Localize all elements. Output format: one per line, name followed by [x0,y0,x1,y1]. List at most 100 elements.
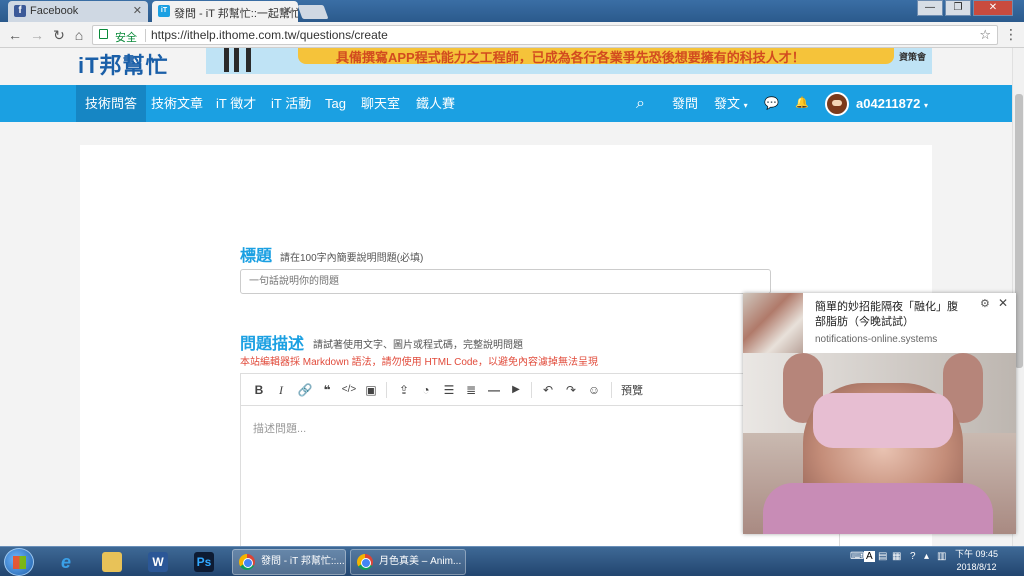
address-bar[interactable]: 安全 https://ithelp.ithome.com.tw/question… [92,25,998,45]
start-button[interactable] [4,548,34,576]
taskbar-item-chrome-anime[interactable]: 月色真美 – Anim... [350,549,466,575]
redo-icon[interactable]: ↷ [563,382,579,398]
browser-toolbar: ← → ↻ ⌂ 安全 https://ithelp.ithome.com.tw/… [0,22,1024,48]
horizontal-rule-icon[interactable]: — [486,382,502,398]
system-clock[interactable]: 下午 09:45 2018/8/12 [955,548,998,574]
post-dropdown[interactable]: 發文 ▾ [714,85,748,122]
gear-icon[interactable]: ⚙ [980,297,990,310]
home-icon[interactable]: ⌂ [70,26,88,44]
ordered-list-icon[interactable]: ☰ [441,382,457,398]
menu-icon[interactable]: ⋮ [1004,26,1018,43]
toolbar-divider [531,382,532,398]
user-menu[interactable]: a04211872 ▾ [856,85,928,122]
bookmark-star-icon[interactable]: ☆ [979,27,991,43]
restore-button[interactable]: ❐ [945,0,971,16]
ime-pad-icon[interactable]: ▦ [892,551,901,562]
ad-banner[interactable]: 具備撰寫APP程式能力之工程師，已成為各行各業爭先恐後想要擁有的科技人才！ 資策… [206,48,932,74]
url-text: https://ithelp.ithome.com.tw/questions/c… [151,28,388,42]
notification-image [743,353,1016,534]
ime-settings-icon[interactable]: ▤ [878,551,887,562]
ime-mode[interactable]: A [864,551,875,562]
ie-app[interactable]: e [46,549,86,575]
emoji-icon[interactable]: ☺ [586,382,602,398]
code-icon[interactable]: </> [341,382,357,398]
banner-brand: 資策會 [898,52,926,62]
site-logo[interactable]: iT邦幫忙 [78,48,169,80]
nav-qa[interactable]: 技術問答 [76,85,147,122]
tab-ithelp-ask[interactable]: iT 發問 - iT 邦幫忙::一起幫忙 ✕ [152,1,298,22]
clock-time: 下午 09:45 [955,549,999,559]
ie-icon: e [60,552,71,572]
caret-down-icon: ▾ [743,101,748,110]
chrome-icon [239,554,255,570]
back-icon[interactable]: ← [6,26,24,44]
toolbar-divider [611,382,612,398]
notification-source: notifications-online.systems [815,334,938,345]
unordered-list-icon[interactable]: ≣ [463,382,479,398]
banner-text: 具備撰寫APP程式能力之工程師，已成為各行各業爭先恐後想要擁有的科技人才！ [336,50,805,65]
notification-thumbnail [743,293,803,353]
upload-icon[interactable]: ⇪ [396,382,412,398]
divider [145,29,146,42]
chart-icon[interactable]: ◔ [418,382,434,398]
nav-articles[interactable]: 技術文章 [142,85,212,122]
nav-events[interactable]: iT 活動 [262,85,320,122]
youtube-icon[interactable]: ▶ [508,382,524,398]
nav-jobs[interactable]: iT 徵才 [207,85,265,122]
lock-icon [99,29,108,39]
keyboard-icon[interactable]: ⌨ [850,551,864,562]
title-input[interactable] [240,269,771,294]
avatar[interactable] [825,92,849,116]
task-title: 月色真美 – Anim... [379,556,462,567]
nav-chatroom[interactable]: 聊天室 [352,85,409,122]
secure-label: 安全 [115,32,137,44]
quote-icon[interactable]: ❝ [319,382,335,398]
explorer-app[interactable] [92,549,132,575]
tab-title: 發問 - iT 邦幫忙::一起幫忙 [174,8,298,20]
bell-icon[interactable]: 🔔 [795,85,809,122]
photoshop-app[interactable]: Ps [184,549,224,575]
scrollbar-thumb[interactable] [1015,94,1023,368]
word-icon: W [148,552,168,572]
help-icon[interactable]: ? [910,551,916,562]
preview-button[interactable]: 預覽 [621,382,643,398]
task-title: 發問 - iT 邦幫忙::... [261,556,345,567]
new-tab-button[interactable] [297,5,329,19]
title-label: 標題 [240,248,273,265]
push-notification[interactable]: 簡單的妙招能隔夜「融化」腹部脂肪（今晚試試） notifications-onl… [743,293,1016,534]
main-navbar: 技術問答 技術文章 iT 徵才 iT 活動 Tag 聊天室 鐵人賽 ⌕ 發問 發… [0,85,1012,122]
close-window-button[interactable]: ✕ [973,0,1013,16]
ask-button[interactable]: 發問 [672,85,698,122]
image-icon[interactable]: ▣ [363,382,379,398]
clock-date: 2018/8/12 [956,562,997,572]
username: a04211872 [856,96,921,111]
folder-icon [102,552,122,572]
toolbar-divider [386,382,387,398]
tab-title: Facebook [30,5,79,17]
close-tab-icon[interactable]: ✕ [283,4,292,17]
network-icon[interactable]: ▥ [937,551,946,562]
nav-ironman[interactable]: 鐵人賽 [407,85,464,122]
post-label: 發文 [714,96,741,111]
search-icon[interactable]: ⌕ [636,85,645,122]
chat-icon[interactable]: 💬 [764,85,779,122]
tray-expand-icon[interactable]: ▴ [924,551,929,562]
bold-icon[interactable]: B [251,382,267,398]
undo-icon[interactable]: ↶ [540,382,556,398]
close-icon[interactable]: ✕ [998,296,1008,310]
reload-icon[interactable]: ↻ [50,26,68,44]
link-icon[interactable]: 🔗 [297,382,313,398]
banner-figures [220,48,260,74]
facebook-icon: f [14,5,26,17]
word-app[interactable]: W [138,549,178,575]
taskbar-item-chrome-ithelp[interactable]: 發問 - iT 邦幫忙::... [232,549,346,575]
italic-icon[interactable]: I [273,382,289,398]
tab-facebook[interactable]: f Facebook ✕ [8,1,148,22]
close-tab-icon[interactable]: ✕ [133,4,142,17]
minimize-button[interactable]: — [917,0,943,16]
forward-icon[interactable]: → [28,26,46,44]
ithelp-icon: iT [158,5,170,17]
nav-tag[interactable]: Tag [316,85,355,122]
windows-taskbar: e W Ps 發問 - iT 邦幫忙::... 月色真美 – Anim... ⌨… [0,546,1024,576]
chrome-icon [357,554,373,570]
